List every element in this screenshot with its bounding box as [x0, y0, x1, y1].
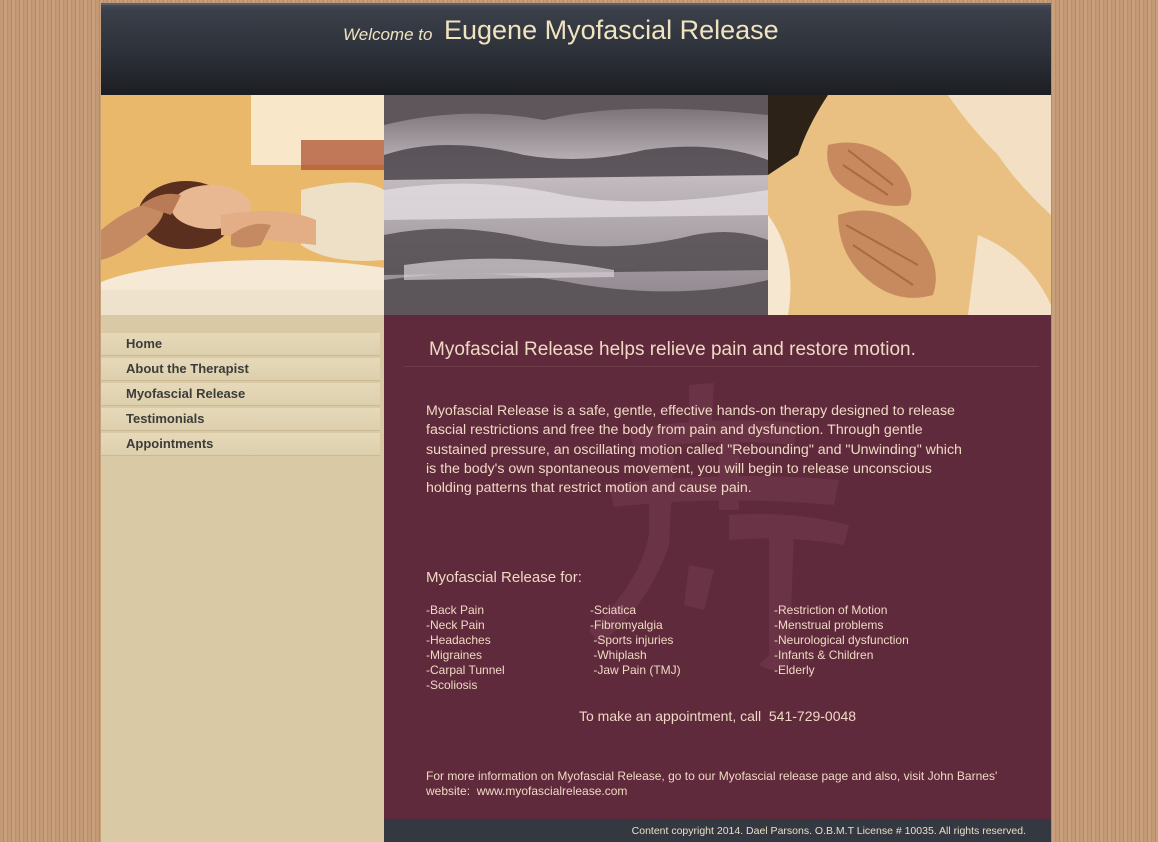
condition-item: -Jaw Pain (TMJ) [590, 663, 681, 677]
nav-item-testimonials[interactable]: Testimonials [101, 408, 380, 431]
condition-item: -Fibromyalgia [590, 618, 663, 632]
condition-item: -Scoliosis [426, 678, 478, 692]
massage-head-photo [101, 95, 384, 315]
conditions-column-1: -Back Pain -Neck Pain -Headaches -Migrai… [426, 603, 505, 693]
condition-item: -Elderly [774, 663, 815, 677]
condition-item: -Whiplash [590, 648, 647, 662]
main-content: Myofascial Release helps relieve pain an… [384, 315, 1051, 819]
copyright-text: Content copyright 2014. Dael Parsons. O.… [631, 825, 1026, 837]
condition-item: -Restriction of Motion [774, 603, 888, 617]
appointment-text: To make an appointment, call 541-729-004… [579, 708, 857, 724]
intro-line: fascial restrictions and free the body f… [426, 422, 923, 439]
condition-item: -Neurological dysfunction [774, 633, 909, 647]
intro-paragraph: Myofascial Release is a safe, gentle, ef… [426, 402, 1026, 498]
conditions-column-3: -Restriction of Motion -Menstrual proble… [774, 603, 909, 678]
intro-line: holding patterns that restrict motion an… [426, 480, 752, 497]
conditions-heading: Myofascial Release for: [426, 569, 582, 586]
welcome-text: Welcome to [343, 25, 433, 44]
content-heading: Myofascial Release helps relieve pain an… [429, 339, 916, 360]
intro-line: is the body's own spontaneous movement, … [426, 460, 932, 477]
more-info-paragraph: For more information on Myofascial Relea… [426, 769, 1026, 799]
condition-item: -Sports injuries [590, 633, 674, 647]
intro-line: sustained pressure, an oscillating motio… [426, 441, 962, 458]
massage-back-photo [768, 95, 1051, 315]
condition-item: -Neck Pain [426, 618, 485, 632]
condition-item: -Infants & Children [774, 648, 874, 662]
intro-line: Myofascial Release is a safe, gentle, ef… [426, 403, 955, 419]
foggy-forest-photo [384, 95, 768, 315]
conditions-column-2: -Sciatica -Fibromyalgia -Sports injuries… [590, 603, 681, 678]
more-info-line: website: www.myofascialrelease.com [426, 784, 628, 798]
site-header: Welcome to Eugene Myofascial Release [101, 3, 1051, 95]
site-footer: Content copyright 2014. Dael Parsons. O.… [384, 819, 1051, 842]
banner [101, 95, 1051, 315]
more-info-line: For more information on Myofascial Relea… [426, 769, 998, 783]
condition-item: -Back Pain [426, 603, 485, 617]
condition-item: -Headaches [426, 633, 491, 647]
condition-item: -Carpal Tunnel [426, 663, 505, 677]
page-container: Welcome to Eugene Myofascial Release Hom… [101, 3, 1051, 842]
nav-item-myofascial-release[interactable]: Myofascial Release [101, 383, 380, 406]
nav-item-home[interactable]: Home [101, 333, 380, 356]
sidebar: Home About the Therapist Myofascial Rele… [101, 315, 384, 842]
nav-item-about-the-therapist[interactable]: About the Therapist [101, 358, 380, 381]
condition-item: -Sciatica [590, 603, 637, 617]
condition-item: -Menstrual problems [774, 618, 884, 632]
site-title: Eugene Myofascial Release [444, 15, 779, 45]
nav-item-appointments[interactable]: Appointments [101, 433, 380, 456]
heading-divider [404, 366, 1039, 367]
main-nav: Home About the Therapist Myofascial Rele… [101, 333, 380, 458]
condition-item: -Migraines [426, 648, 483, 662]
